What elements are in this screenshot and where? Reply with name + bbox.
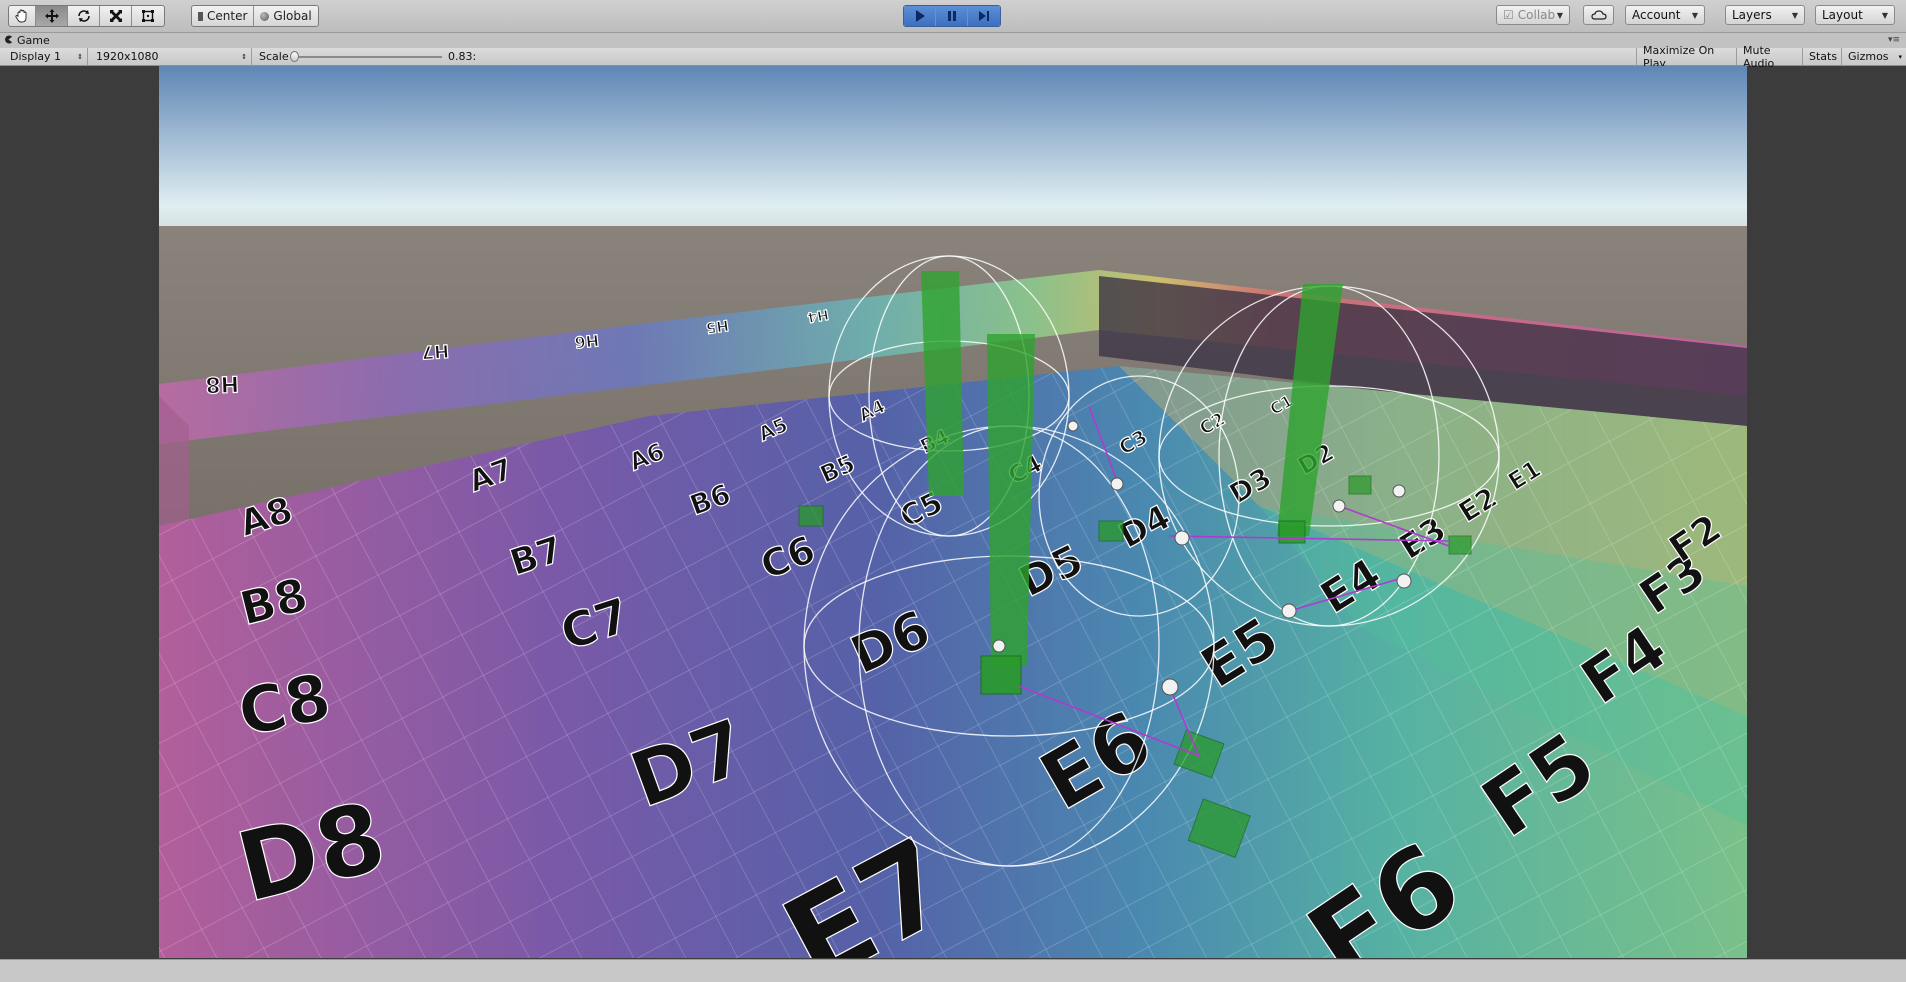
mute-audio-label: Mute Audio xyxy=(1743,43,1775,70)
check-icon: ☑ xyxy=(1503,8,1514,22)
scale-slider-track[interactable] xyxy=(292,56,442,58)
pacman-icon xyxy=(4,34,13,47)
svg-text:H5: H5 xyxy=(705,316,730,337)
game-tab-bar: Game ▾≡ xyxy=(0,33,1906,48)
scene-render: H8 H7 H6 H5 H4 A8 A7 A6 A5 A4 B8 B7 B6 B… xyxy=(159,66,1747,958)
scale-tool-icon[interactable] xyxy=(100,6,132,26)
stats-label: Stats xyxy=(1809,50,1838,63)
layout-dropdown[interactable]: Layout ▼ xyxy=(1815,5,1895,25)
status-bar xyxy=(0,959,1906,982)
svg-text:H6: H6 xyxy=(574,330,600,351)
pivot-rotation-label: Global xyxy=(273,9,312,23)
tab-menu-icon[interactable]: ▾≡ xyxy=(1888,35,1900,45)
scale-value-text: 0.83: xyxy=(448,50,477,63)
pivot-rotation-button[interactable]: Global xyxy=(254,6,317,26)
step-button[interactable] xyxy=(968,6,1000,26)
layers-dropdown[interactable]: Layers ▼ xyxy=(1725,5,1805,25)
pivot-toggles: Center Global xyxy=(191,5,319,27)
svg-text:H7: H7 xyxy=(421,340,450,363)
gizmos-dropdown[interactable]: Gizmos ▾ xyxy=(1842,48,1906,65)
chevron-down-icon: ▼ xyxy=(1556,10,1563,20)
pivot-center-icon xyxy=(198,11,203,21)
main-toolbar: Center Global ☑ Collab ▼ Account ▼ Layer… xyxy=(0,0,1906,33)
playback-controls xyxy=(903,5,1001,27)
layers-label: Layers xyxy=(1732,8,1772,22)
chevron-updown-icon: ⇕ xyxy=(77,52,83,61)
scale-label: Scale xyxy=(253,48,293,65)
layout-label: Layout xyxy=(1822,8,1863,22)
pivot-mode-button[interactable]: Center xyxy=(192,6,255,26)
account-dropdown[interactable]: Account ▼ xyxy=(1625,5,1705,25)
rotate-tool-icon[interactable] xyxy=(68,6,100,26)
chevron-down-icon: ▼ xyxy=(1881,10,1888,20)
rect-tool-icon[interactable] xyxy=(132,6,164,26)
gizmos-label: Gizmos xyxy=(1848,50,1889,63)
pivot-mode-label: Center xyxy=(207,9,248,23)
display-label: Display 1 xyxy=(10,50,62,63)
chevron-down-icon: ▼ xyxy=(1691,10,1698,20)
cloud-button[interactable] xyxy=(1583,5,1614,25)
tab-game-label: Game xyxy=(17,34,50,47)
transform-tools xyxy=(8,5,165,27)
resolution-label: 1920x1080 xyxy=(96,50,159,63)
resolution-dropdown[interactable]: 1920x1080 ⇕ xyxy=(90,48,252,65)
maximize-on-play-toggle[interactable]: Maximize On Play xyxy=(1636,44,1737,70)
hand-tool-icon[interactable] xyxy=(9,6,36,26)
play-icon xyxy=(915,10,925,22)
play-button[interactable] xyxy=(904,6,936,26)
game-viewport[interactable]: H8 H7 H6 H5 H4 A8 A7 A6 A5 A4 B8 B7 B6 B… xyxy=(159,66,1747,958)
chevron-down-icon: ▼ xyxy=(1791,10,1798,20)
step-icon xyxy=(979,11,989,21)
account-label: Account xyxy=(1632,8,1681,22)
chevron-down-icon: ▾ xyxy=(1898,52,1902,61)
mute-audio-toggle[interactable]: Mute Audio xyxy=(1737,44,1803,70)
pause-icon xyxy=(947,11,956,21)
scale-value: 0.83: xyxy=(442,48,502,65)
scale-label-text: Scale xyxy=(259,50,289,63)
tab-game[interactable]: Game xyxy=(4,33,50,48)
grid-label: H8 xyxy=(205,370,240,396)
display-dropdown[interactable]: Display 1 ⇕ xyxy=(4,48,88,65)
collab-label: Collab xyxy=(1517,8,1556,22)
move-tool-icon[interactable] xyxy=(36,6,68,26)
stats-toggle[interactable]: Stats xyxy=(1803,48,1842,65)
cloud-icon xyxy=(1590,10,1607,20)
globe-icon xyxy=(260,11,270,21)
game-control-bar: Display 1 ⇕ 1920x1080 ⇕ Scale 0.83: Maxi… xyxy=(0,44,1906,70)
pause-button[interactable] xyxy=(936,6,968,26)
collab-dropdown[interactable]: ☑ Collab ▼ xyxy=(1496,5,1570,25)
scale-slider-thumb[interactable] xyxy=(290,51,299,62)
chevron-updown-icon: ⇕ xyxy=(241,52,247,61)
